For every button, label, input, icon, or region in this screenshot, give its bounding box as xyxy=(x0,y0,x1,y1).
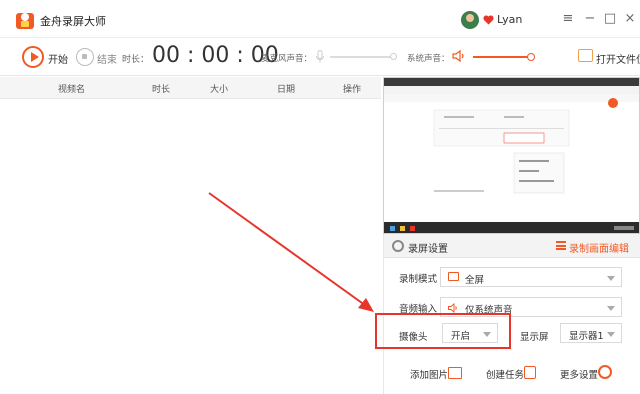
mic-volume-slider[interactable] xyxy=(330,56,392,58)
folder-icon[interactable] xyxy=(578,49,593,62)
screen-preview xyxy=(383,77,640,234)
chevron-down-icon xyxy=(607,276,615,281)
record-mode-value: 全屏 xyxy=(465,275,485,286)
column-header-name[interactable]: 视频名 xyxy=(58,82,85,95)
system-volume-handle[interactable] xyxy=(527,53,535,61)
more-settings-icon[interactable] xyxy=(598,365,612,379)
username[interactable]: Lyan xyxy=(497,13,522,26)
minimize-button[interactable]: − xyxy=(582,11,598,27)
system-volume-slider[interactable] xyxy=(473,56,531,58)
speaker-icon[interactable] xyxy=(452,49,466,63)
stop-button[interactable]: 结束 xyxy=(97,51,117,66)
start-record-icon[interactable] xyxy=(22,46,44,68)
monitor-icon xyxy=(448,272,459,281)
video-list xyxy=(0,99,381,394)
image-icon[interactable] xyxy=(448,367,462,379)
column-header-size[interactable]: 大小 xyxy=(210,82,228,95)
stop-record-icon[interactable] xyxy=(76,48,94,66)
start-button[interactable]: 开始 xyxy=(48,51,68,66)
edit-area-button[interactable]: 录制画面编辑 xyxy=(569,240,629,255)
annotation-highlight-box xyxy=(375,313,511,349)
task-icon[interactable] xyxy=(524,366,536,379)
more-settings-button[interactable]: 更多设置 xyxy=(560,367,598,381)
edit-area-icon[interactable] xyxy=(556,241,566,250)
record-mode-select[interactable]: 全屏 xyxy=(440,267,622,287)
volume-icon xyxy=(448,303,457,313)
maximize-button[interactable]: □ xyxy=(602,11,618,27)
system-volume-label: 系统声音： xyxy=(407,54,450,64)
avatar[interactable] xyxy=(461,11,479,29)
display-select[interactable]: 显示器1 xyxy=(560,323,622,343)
app-logo-icon xyxy=(16,13,34,29)
create-task-button[interactable]: 创建任务 xyxy=(486,367,524,381)
toolbar: 开始 结束 时长： 00 : 00 : 00 麦克风声音： 系统声音： 打开文件… xyxy=(0,38,640,76)
gear-icon xyxy=(392,240,404,252)
title-bar: 金舟录屏大师 Lyan ≡ − □ × xyxy=(0,0,640,38)
open-folder-button[interactable]: 打开文件位置 xyxy=(596,51,640,66)
column-header-date[interactable]: 日期 xyxy=(277,82,295,95)
mic-volume-handle[interactable] xyxy=(390,53,397,60)
close-button[interactable]: × xyxy=(622,11,638,27)
settings-title: 录屏设置 xyxy=(408,244,448,255)
chevron-down-icon xyxy=(607,306,615,311)
chevron-down-icon xyxy=(607,332,615,337)
display-value: 显示器1 xyxy=(569,331,604,342)
vip-heart-icon xyxy=(483,15,494,25)
add-image-button[interactable]: 添加图片 xyxy=(410,367,448,381)
display-label: 显示屏 xyxy=(520,332,549,343)
timer-display: 00 : 00 : 00 xyxy=(152,43,279,68)
column-header-duration[interactable]: 时长 xyxy=(152,82,170,95)
record-mode-label: 录制模式 xyxy=(399,274,438,285)
column-header-actions: 操作 xyxy=(343,85,362,95)
app-title: 金舟录屏大师 xyxy=(40,15,106,28)
video-table-header: 视频名 时长 大小 日期 操作 xyxy=(0,77,381,99)
settings-header: 录屏设置 录制画面编辑 xyxy=(384,234,640,258)
microphone-icon[interactable] xyxy=(316,50,324,63)
menu-icon[interactable]: ≡ xyxy=(560,11,576,27)
preview-screenshot-image xyxy=(384,78,639,233)
duration-label: 时长： xyxy=(122,55,150,65)
mic-volume-label: 麦克风声音： xyxy=(261,54,313,64)
